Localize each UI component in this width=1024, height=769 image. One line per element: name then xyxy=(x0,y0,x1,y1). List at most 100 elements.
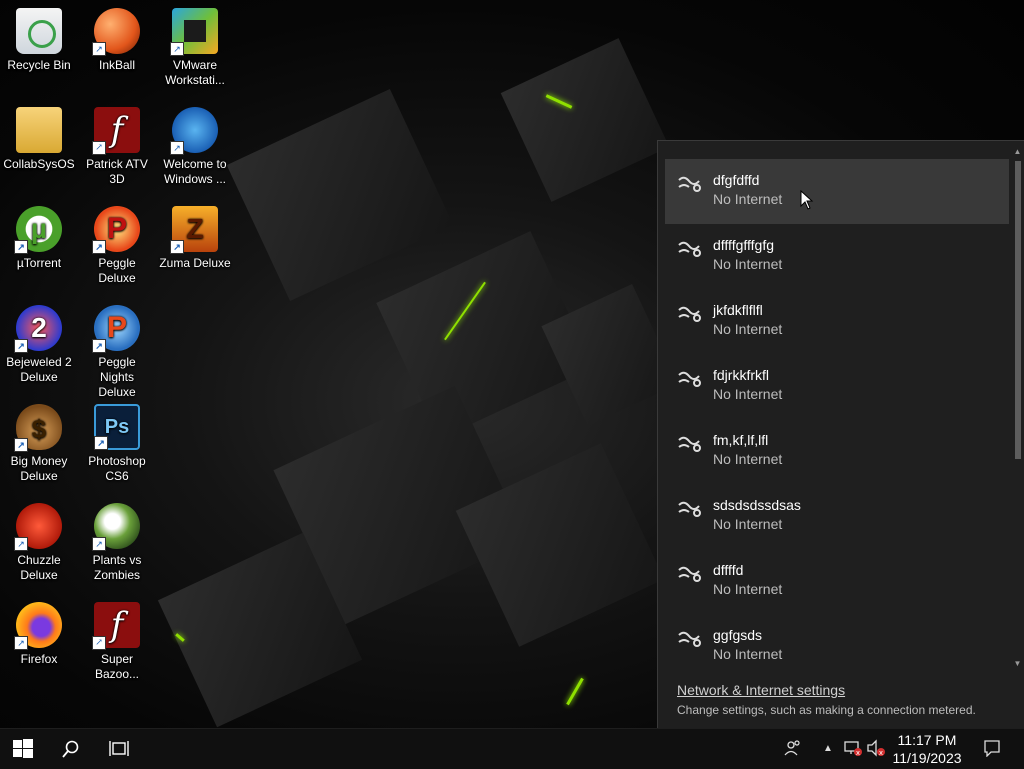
scroll-up-icon[interactable]: ▲ xyxy=(1013,147,1022,157)
desktop-icon-label: Super Bazoo... xyxy=(94,652,140,681)
desktop-icon-photoshop[interactable]: Ps ↗ Photoshop CS6 xyxy=(78,398,156,484)
desktop-icon-label: Patrick ATV 3D xyxy=(86,157,148,186)
network-tray-icon[interactable]: x xyxy=(843,739,863,759)
shortcut-arrow-icon: ↗ xyxy=(92,42,106,56)
desktop-icon-label: Big Money Deluxe xyxy=(10,454,68,483)
network-name: jkfdkflflfl xyxy=(713,302,763,318)
shortcut-arrow-icon: ↗ xyxy=(170,141,184,155)
desktop-icon-label: Peggle Nights Deluxe xyxy=(98,355,136,399)
desktop-icon-peggle-deluxe[interactable]: P ↗ Peggle Deluxe xyxy=(78,200,156,286)
desktop-icon-super-bazooka[interactable]: f ↗ Super Bazoo... xyxy=(78,596,156,682)
desktop-icon-label: InkBall xyxy=(98,58,136,72)
shortcut-arrow-icon: ↗ xyxy=(170,42,184,56)
flash-icon: f ↗ xyxy=(92,602,140,650)
clock-date: 11/19/2023 xyxy=(892,750,962,766)
svg-text:x: x xyxy=(856,749,860,757)
network-list-scrollbar[interactable]: ▲ ▼ xyxy=(1013,147,1022,669)
network-flyout: dfgfdffd No Internet dffffgfffgfg No Int… xyxy=(657,140,1024,729)
network-status: No Internet xyxy=(713,581,783,597)
peggle-nights-icon: P ↗ xyxy=(92,305,140,353)
money-bag-icon: $ ↗ xyxy=(14,404,62,452)
peggle-icon: P ↗ xyxy=(92,206,140,254)
network-item[interactable]: sdsdsdssdsas No Internet xyxy=(665,484,1009,549)
network-item[interactable]: jkfdkflflfl No Internet xyxy=(665,289,1009,354)
network-item[interactable]: fm,kf,lf,lfl No Internet xyxy=(665,419,1009,484)
network-settings-link[interactable]: Network & Internet settings xyxy=(677,682,845,698)
desktop-icon-chuzzle[interactable]: ↗ Chuzzle Deluxe xyxy=(0,497,78,583)
shortcut-arrow-icon: ↗ xyxy=(92,636,106,650)
network-status: No Internet xyxy=(713,451,783,467)
desktop-icon-inkball[interactable]: ↗ InkBall xyxy=(78,2,156,73)
start-button[interactable] xyxy=(0,729,46,769)
desktop-icon-big-money[interactable]: $ ↗ Big Money Deluxe xyxy=(0,398,78,484)
windows-logo-icon: ↗ xyxy=(170,107,218,155)
network-status: No Internet xyxy=(713,321,783,337)
desktop-icon-label: Recycle Bin xyxy=(7,58,71,72)
network-no-internet-icon xyxy=(678,631,701,647)
network-no-internet-icon xyxy=(678,371,701,387)
network-item[interactable]: dfgfdffd No Internet xyxy=(665,159,1009,224)
network-no-internet-icon xyxy=(678,306,701,322)
network-status: No Internet xyxy=(713,646,783,662)
shortcut-arrow-icon: ↗ xyxy=(92,141,106,155)
desktop-icon-label: Zuma Deluxe xyxy=(159,256,231,270)
network-no-internet-icon xyxy=(678,176,701,192)
desktop-icon-utorrent[interactable]: µ ↗ µTorrent xyxy=(0,200,78,271)
network-no-internet-icon xyxy=(678,566,701,582)
action-center-icon[interactable] xyxy=(982,739,1002,759)
network-item[interactable]: dffffgfffgfg No Internet xyxy=(665,224,1009,289)
desktop-icon-label: Photoshop CS6 xyxy=(88,454,146,483)
scroll-down-icon[interactable]: ▼ xyxy=(1013,659,1022,669)
desktop-icon-peggle-nights[interactable]: P ↗ Peggle Nights Deluxe xyxy=(78,299,156,400)
desktop-icon-patrick-atv[interactable]: f ↗ Patrick ATV 3D xyxy=(78,101,156,187)
desktop-icon-label: µTorrent xyxy=(16,256,62,270)
desktop-icon-label: Peggle Deluxe xyxy=(98,256,136,285)
zuma-icon: Z ↗ xyxy=(170,206,218,254)
desktop-icon-collabsysos[interactable]: CollabSysOS xyxy=(0,101,78,172)
people-icon[interactable] xyxy=(783,739,803,759)
volume-muted-icon[interactable]: x xyxy=(866,739,886,759)
scrollbar-thumb[interactable] xyxy=(1015,161,1021,459)
taskbar-clock[interactable]: 11:17 PM 11/19/2023 xyxy=(884,731,970,767)
desktop-icon-firefox[interactable]: ↗ Firefox xyxy=(0,596,78,667)
desktop-icon-bejeweled[interactable]: 2 ↗ Bejeweled 2 Deluxe xyxy=(0,299,78,385)
desktop-icon-recycle-bin[interactable]: Recycle Bin xyxy=(0,2,78,73)
network-item[interactable]: fdjrkkfrkfl No Internet xyxy=(665,354,1009,419)
network-no-internet-icon xyxy=(678,241,701,257)
shortcut-arrow-icon: ↗ xyxy=(14,537,28,551)
shortcut-arrow-icon: ↗ xyxy=(14,339,28,353)
desktop-icon-zuma-deluxe[interactable]: Z ↗ Zuma Deluxe xyxy=(156,200,234,271)
desktop-icon-vmware[interactable]: ↗ VMware Workstati... xyxy=(156,2,234,88)
shortcut-arrow-icon: ↗ xyxy=(14,438,28,452)
network-status: No Internet xyxy=(713,191,783,207)
network-item[interactable]: ggfgsds No Internet xyxy=(665,614,1009,669)
clock-time: 11:17 PM xyxy=(897,732,957,748)
shortcut-arrow-icon: ↗ xyxy=(170,240,184,254)
recycle-bin-icon xyxy=(16,8,62,54)
shortcut-arrow-icon: ↗ xyxy=(14,240,28,254)
desktop-icon-label: Welcome to Windows ... xyxy=(163,157,227,186)
show-hidden-icons-chevron-icon[interactable]: ▲ xyxy=(818,739,838,759)
shortcut-arrow-icon: ↗ xyxy=(94,436,108,450)
windows-start-icon xyxy=(13,739,33,758)
shortcut-arrow-icon: ↗ xyxy=(14,636,28,650)
desktop-icon-label: Firefox xyxy=(20,652,58,666)
network-name: fm,kf,lf,lfl xyxy=(713,432,769,448)
shortcut-arrow-icon: ↗ xyxy=(92,240,106,254)
network-no-internet-icon xyxy=(678,501,701,517)
network-status: No Internet xyxy=(713,516,783,532)
desktop-icon-label: CollabSysOS xyxy=(3,157,75,171)
search-button[interactable] xyxy=(48,729,94,769)
network-settings-description: Change settings, such as making a connec… xyxy=(677,703,976,717)
network-item[interactable]: dffffd No Internet xyxy=(665,549,1009,614)
firefox-icon: ↗ xyxy=(14,602,62,650)
network-name: dffffd xyxy=(713,562,744,578)
desktop-icon-welcome-windows[interactable]: ↗ Welcome to Windows ... xyxy=(156,101,234,187)
desktop-icon-plants-vs-zombies[interactable]: ↗ Plants vs Zombies xyxy=(78,497,156,583)
network-status: No Internet xyxy=(713,256,783,272)
taskbar: ▲ x x 11:17 PM 11/19/2023 xyxy=(0,728,1024,769)
photoshop-icon: Ps ↗ xyxy=(94,404,140,450)
task-view-button[interactable] xyxy=(96,729,142,769)
network-list: dfgfdffd No Internet dffffgfffgfg No Int… xyxy=(665,159,1009,669)
svg-text:x: x xyxy=(879,749,883,757)
